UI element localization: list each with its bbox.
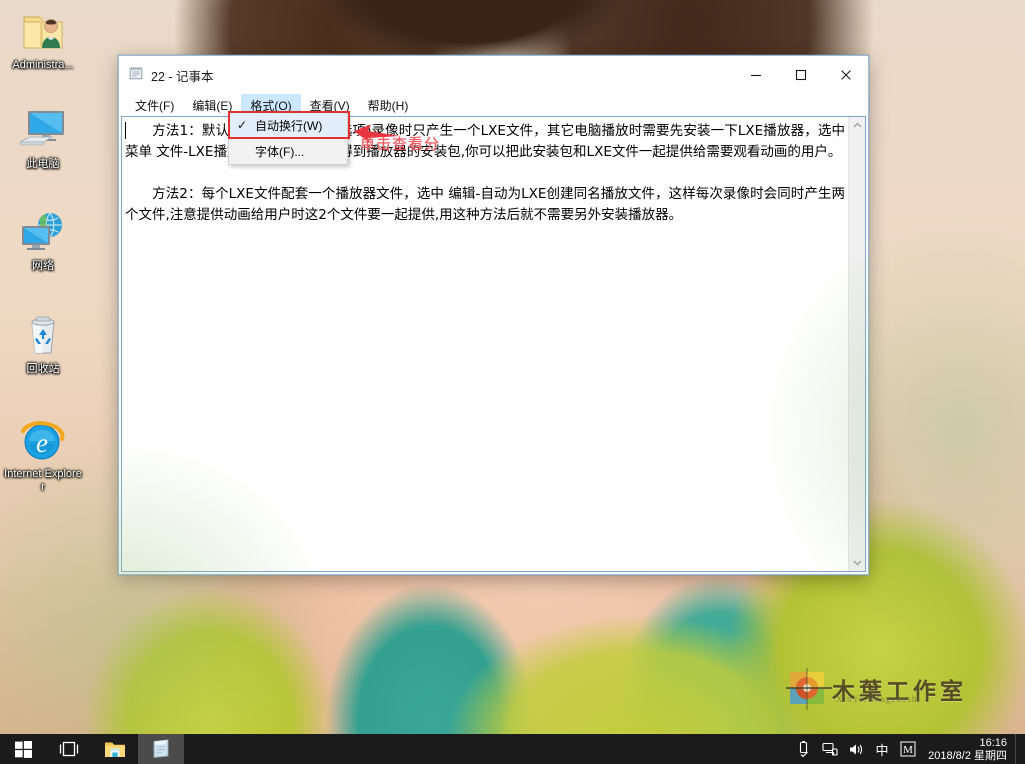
svg-text:M: M <box>903 744 913 756</box>
desktop-icon-network[interactable]: 网络 <box>4 207 82 273</box>
task-view-button[interactable] <box>46 734 92 764</box>
pinwheel-logo-icon <box>786 668 832 710</box>
minimize-button[interactable] <box>733 56 778 94</box>
notepad-title: 22 - 记事本 <box>151 69 214 84</box>
ime-chinese-icon[interactable]: 中 <box>869 734 895 764</box>
notepad-taskbar-button[interactable] <box>138 734 184 764</box>
desktop-icon-this-pc[interactable]: 此电脑 <box>4 105 82 171</box>
menu-item-word-wrap[interactable]: ✓ 自动换行(W) <box>229 112 347 138</box>
taskbar: 中 M 16:16 2018/8/2 星期四 <box>0 734 1025 764</box>
taskbar-clock[interactable]: 16:16 2018/8/2 星期四 <box>921 735 1015 763</box>
desktop-icon-administrator[interactable]: Administra... <box>4 6 82 72</box>
show-desktop-button[interactable] <box>1015 734 1021 764</box>
recycle-bin-icon <box>4 310 82 360</box>
menu-help[interactable]: 帮助(H) <box>359 94 418 115</box>
notepad-icon <box>128 65 144 86</box>
notepad-title-bar[interactable]: 22 - 记事本 <box>119 56 868 94</box>
format-dropdown-menu: ✓ 自动换行(W) 字体(F)... <box>228 111 350 165</box>
desktop-icon-label: Administra... <box>12 59 74 71</box>
menu-item-font[interactable]: 字体(F)... <box>229 138 347 164</box>
desktop-icon-label: Internet Explorer <box>4 468 82 493</box>
scroll-down-button[interactable] <box>849 554 865 571</box>
speaker-icon[interactable] <box>843 734 869 764</box>
maximize-button[interactable] <box>778 56 823 94</box>
checkmark-icon: ✓ <box>236 118 248 132</box>
vertical-scrollbar[interactable] <box>848 117 865 571</box>
desktop-icon-internet-explorer[interactable]: e Internet Explorer <box>4 415 82 494</box>
watermark: 木葉工作室 XinYe.Gongzuoshi <box>786 668 967 710</box>
notepad-icon <box>153 739 169 759</box>
computer-icon <box>4 105 82 155</box>
menu-item-label: 自动换行(W) <box>255 118 323 133</box>
ime-mode-icon[interactable]: M <box>895 734 921 764</box>
notepad-editor[interactable]: 方法1：默认情况(即设置2中的选项)录像时只产生一个LXE文件，其它电脑播放时需… <box>121 116 866 572</box>
desktop-icon-recycle-bin[interactable]: 回收站 <box>4 310 82 376</box>
network-icon <box>4 207 82 257</box>
close-button[interactable] <box>823 56 868 94</box>
menu-item-label: 字体(F)... <box>255 144 305 159</box>
watermark-subtext: XinYe.Gongzuoshi <box>836 694 921 704</box>
task-view-icon <box>59 741 79 757</box>
file-explorer-button[interactable] <box>92 734 138 764</box>
desktop-icon-label: 此电脑 <box>26 158 60 170</box>
desktop-background: Administra... 此电脑 网络 回收站 e Internet Expl… <box>0 0 1025 734</box>
menu-file[interactable]: 文件(F) <box>126 94 183 115</box>
annotation-text: 单击查看分 <box>360 135 441 153</box>
desktop-icon-label: 回收站 <box>26 363 60 375</box>
windows-logo-icon <box>14 740 32 758</box>
window-controls <box>733 56 868 94</box>
clock-date: 2018/8/2 星期四 <box>928 750 1007 762</box>
desktop-icon-label: 网络 <box>32 260 54 272</box>
start-button[interactable] <box>0 734 46 764</box>
system-tray: 中 M 16:16 2018/8/2 星期四 <box>791 734 1025 764</box>
clock-time: 16:16 <box>979 737 1007 749</box>
folder-icon <box>105 742 125 757</box>
usb-icon[interactable] <box>791 734 817 764</box>
network-status-icon[interactable] <box>817 734 843 764</box>
scroll-up-button[interactable] <box>849 117 865 134</box>
notepad-text-content[interactable]: 方法1：默认情况(即设置2中的选项)录像时只产生一个LXE文件，其它电脑播放时需… <box>122 117 848 571</box>
internet-explorer-icon: e <box>4 415 82 465</box>
scrollbar-thumb[interactable] <box>849 134 865 564</box>
user-folder-icon <box>4 6 82 56</box>
svg-text:e: e <box>36 428 48 458</box>
